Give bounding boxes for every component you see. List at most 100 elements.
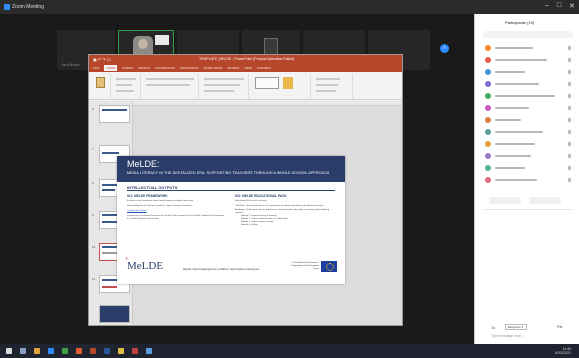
invite-button[interactable] [489, 197, 521, 204]
mic-icon[interactable] [568, 70, 571, 74]
avatar [485, 177, 491, 183]
mic-icon[interactable] [568, 142, 571, 146]
paragraph-group[interactable] [201, 74, 249, 98]
io1-heading: IO1: MELDE FRAMEWORK [127, 194, 168, 198]
section-divider [127, 190, 335, 191]
shapes-gallery [255, 77, 279, 89]
app-icon[interactable] [76, 348, 82, 354]
tab-slide-show[interactable]: SLIDE SHOW [203, 66, 222, 70]
participant-row[interactable] [485, 92, 573, 101]
avatar [485, 105, 491, 111]
powerpoint-icon[interactable] [90, 348, 96, 354]
word-icon[interactable] [104, 348, 110, 354]
participant-row[interactable] [485, 104, 573, 113]
mic-icon[interactable] [568, 94, 571, 98]
participant-name-redacted [495, 167, 525, 169]
participant-name-redacted [495, 95, 555, 97]
participant-name-redacted [495, 119, 521, 121]
mic-icon[interactable] [568, 58, 571, 62]
mute-all-button[interactable] [529, 197, 561, 204]
drawing-group[interactable] [251, 74, 311, 98]
participant-row[interactable] [485, 128, 573, 137]
tab-design[interactable]: DESIGN [138, 66, 150, 70]
panel-actions [489, 197, 561, 204]
avatar [485, 45, 491, 51]
app-icon[interactable] [146, 348, 152, 354]
melde-logo: MeLDE [127, 260, 164, 272]
participant-name-redacted [495, 71, 525, 73]
minimize-button[interactable]: – [545, 2, 549, 10]
participant-row[interactable] [485, 152, 573, 161]
participant-row[interactable] [485, 44, 573, 53]
editing-group[interactable] [313, 74, 353, 98]
participant-name-redacted [495, 47, 533, 49]
participant-row[interactable] [485, 68, 573, 77]
chat-file-button[interactable]: File [557, 325, 562, 329]
avatar [485, 117, 491, 123]
tab-review[interactable]: REVIEW [227, 66, 239, 70]
tab-acrobat[interactable]: ACROBAT [257, 66, 271, 70]
participant-name-redacted [495, 143, 535, 145]
app-icon[interactable] [132, 348, 138, 354]
tab-insert[interactable]: INSERT [122, 66, 133, 70]
participants-panel: Participants (19) To: Everyone ▾ File Ty… [474, 14, 579, 344]
mic-icon[interactable] [568, 106, 571, 110]
mic-icon[interactable] [568, 46, 571, 50]
tab-transitions[interactable]: TRANSITIONS [155, 66, 175, 70]
participant-row[interactable] [485, 140, 573, 149]
tab-file[interactable]: FILE [93, 66, 99, 70]
app-icon[interactable] [118, 348, 124, 354]
current-slide[interactable]: MeLDE: MEDIA LITERACY IN THE DIGITALIZED… [117, 156, 345, 284]
mic-icon[interactable] [568, 178, 571, 182]
chat-message-input[interactable]: Type message here... [491, 334, 524, 338]
close-button[interactable]: ✕ [569, 2, 575, 10]
chrome-icon[interactable] [62, 348, 68, 354]
avatar [485, 141, 491, 147]
next-page-icon[interactable]: › [440, 44, 449, 53]
slide-thumbnail[interactable] [99, 105, 130, 123]
participant-row[interactable] [485, 80, 573, 89]
slide-header-band: MeLDE: MEDIA LITERACY IN THE DIGITALIZED… [117, 156, 345, 182]
avatar [485, 69, 491, 75]
participant-row[interactable] [485, 56, 573, 65]
quick-styles-icon [283, 77, 293, 89]
avatar [485, 153, 491, 159]
participant-search-input[interactable] [483, 31, 573, 38]
slide-subtitle: MEDIA LITERACY IN THE DIGITALIZED ERA: S… [127, 171, 330, 175]
file-explorer-icon[interactable] [34, 348, 40, 354]
eu-funding-text: Co-funded by the Erasmus+ Programme of t… [291, 262, 319, 270]
maximize-button[interactable]: □ [557, 2, 561, 10]
mic-icon[interactable] [568, 154, 571, 158]
list-item: National Reports of 5 partner countries:… [127, 205, 192, 207]
window-controls: – □ ✕ [545, 2, 575, 10]
avatar [485, 93, 491, 99]
slides-group[interactable] [113, 74, 141, 98]
tab-view[interactable]: VIEW [244, 66, 252, 70]
list-item: Tool Book: Learning Resources for explor… [235, 205, 324, 207]
mic-icon[interactable] [568, 166, 571, 170]
mic-icon[interactable] [568, 130, 571, 134]
mic-icon[interactable] [568, 118, 571, 122]
quick-access-toolbar[interactable]: ▣ ↶ ↷ ☐ [93, 57, 110, 62]
zoom-app-icon[interactable] [48, 348, 54, 354]
participant-row[interactable] [485, 164, 573, 173]
zoom-titlebar: Zoom Meeting – □ ✕ [0, 0, 579, 14]
clipboard-group[interactable] [91, 74, 111, 98]
participant-row[interactable] [485, 116, 573, 125]
participant-name: Yana Bonev [61, 63, 80, 67]
tab-animations[interactable]: ANIMATIONS [180, 66, 198, 70]
chat-recipient-select[interactable]: Everyone ▾ [505, 324, 527, 330]
slide-thumbnail[interactable] [99, 305, 130, 323]
mic-icon[interactable] [568, 82, 571, 86]
start-button-icon[interactable] [6, 348, 12, 354]
font-group[interactable] [143, 74, 199, 98]
search-icon[interactable] [20, 348, 26, 354]
io2-text: Educational Pack which contains: Tool Bo… [235, 200, 335, 227]
participant-row[interactable] [485, 176, 573, 185]
list-item: Comparative Report [127, 210, 147, 212]
avatar [485, 165, 491, 171]
tab-home[interactable]: HOME [104, 65, 118, 71]
window-title: Zoom Meeting [12, 4, 44, 10]
participant-name-redacted [495, 131, 543, 133]
avatar [485, 81, 491, 87]
